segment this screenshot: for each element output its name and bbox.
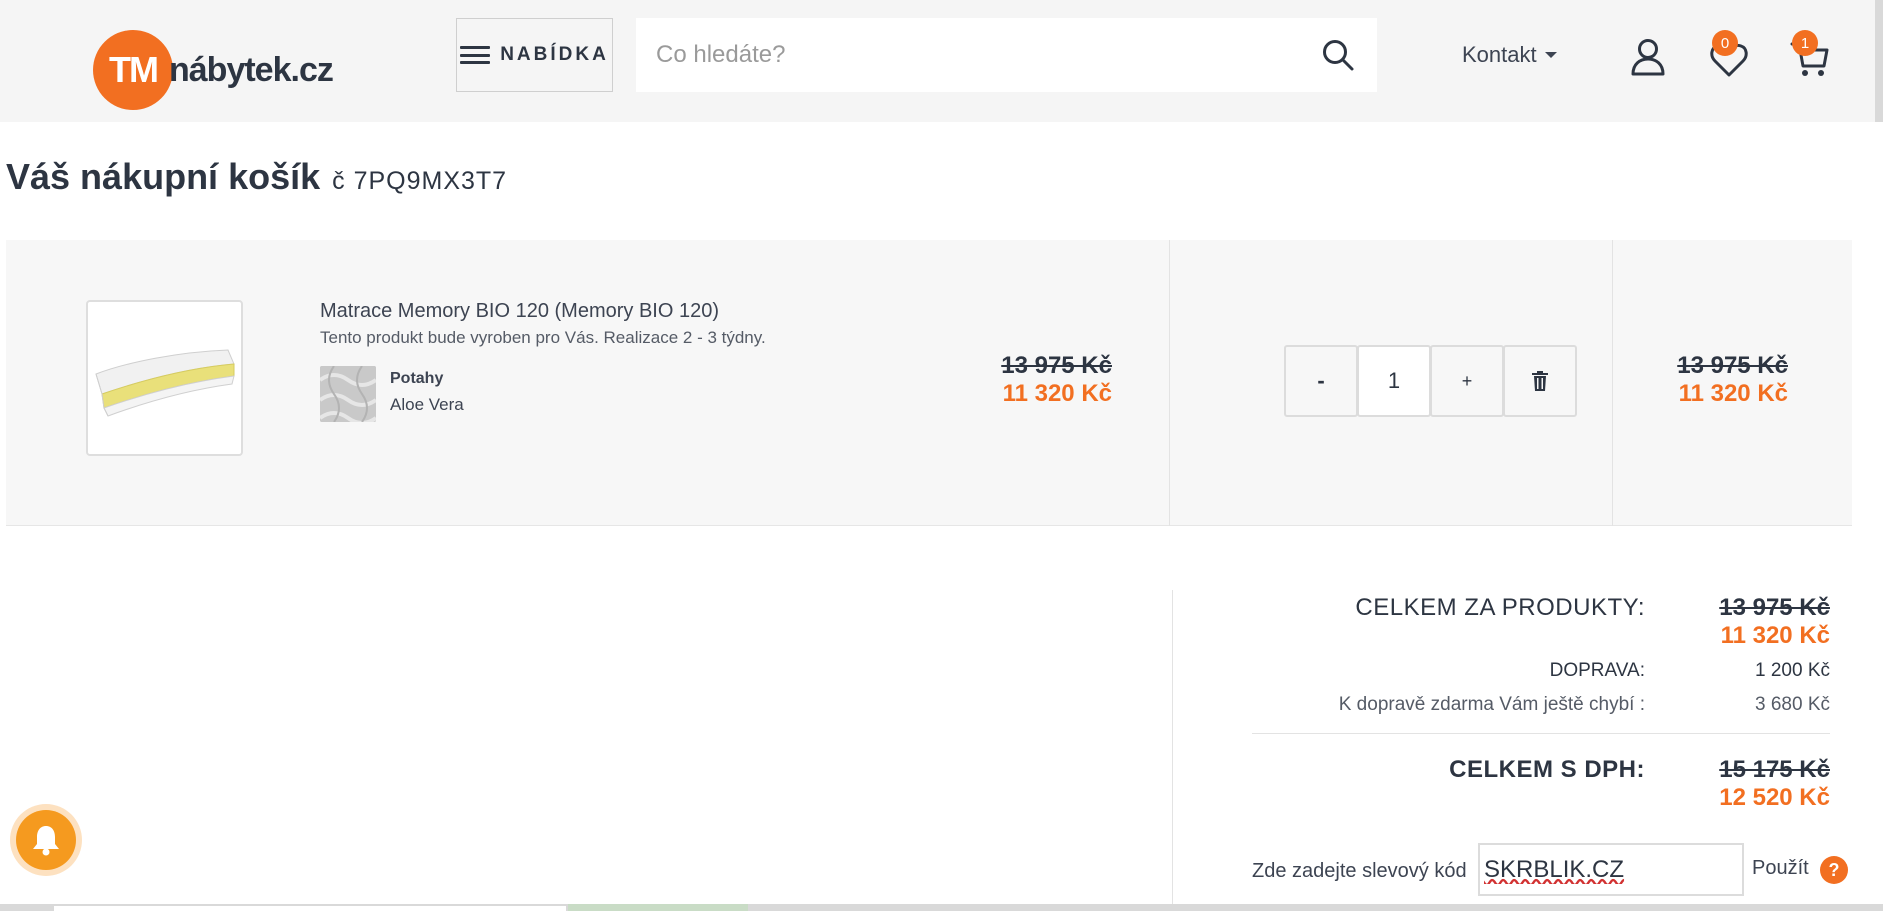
logo-text: nábytek.cz: [169, 50, 334, 89]
wishlist-button[interactable]: 0: [1710, 30, 1750, 78]
cart-button[interactable]: 1: [1790, 30, 1830, 78]
menu-label: NABÍDKA: [500, 44, 609, 65]
order-number: č 7PQ9MX3T7: [332, 167, 508, 195]
grand-total-label: CELKEM S DPH:: [1449, 756, 1645, 783]
quantity-input[interactable]: [1357, 345, 1431, 417]
coupon-label: Zde zadejte slevový kód: [1252, 860, 1467, 882]
shipping-value: 1 200 Kč: [1755, 660, 1830, 681]
page-title: Váš nákupní košík: [6, 156, 321, 197]
line-total: 13 975 Kč 11 320 Kč: [1677, 352, 1788, 408]
apply-coupon-link[interactable]: Použít: [1752, 857, 1809, 880]
menu-button[interactable]: NABÍDKA: [456, 18, 613, 92]
bottom-scroll-strip: [0, 904, 1883, 911]
variant-value: Aloe Vera: [390, 395, 464, 414]
products-total: 13 975 Kč 11 320 Kč: [1719, 594, 1830, 650]
shipping-label: DOPRAVA:: [1549, 660, 1645, 681]
bell-icon-wrap: [16, 810, 76, 870]
mattress-image: [95, 349, 235, 417]
unit-price-new: 11 320 Kč: [1002, 380, 1112, 407]
line-total-old: 13 975 Kč: [1677, 352, 1788, 379]
grand-total-old: 15 175 Kč: [1719, 756, 1830, 783]
products-total-label: CELKEM ZA PRODUKTY:: [1355, 594, 1645, 621]
products-total-new: 11 320 Kč: [1720, 622, 1830, 649]
coupon-input[interactable]: [1478, 843, 1744, 896]
summary-divider-vertical: [1172, 590, 1173, 911]
logo-mark: TM: [93, 30, 173, 110]
fabric-swatch: [320, 366, 376, 422]
summary-divider: [1252, 733, 1830, 734]
user-icon: [1631, 39, 1665, 76]
free-shipping-value: 3 680 Kč: [1755, 694, 1830, 715]
trash-icon: [1532, 371, 1548, 391]
search-box: [636, 18, 1377, 92]
search-input[interactable]: [656, 18, 1296, 92]
scrollbar[interactable]: [1875, 0, 1883, 122]
products-total-old: 13 975 Kč: [1719, 594, 1830, 621]
help-icon[interactable]: ?: [1820, 856, 1848, 884]
column-divider: [1169, 240, 1170, 526]
decrease-quantity-button[interactable]: -: [1284, 345, 1358, 417]
quantity-stepper: - +: [1284, 345, 1577, 417]
chevron-down-icon: [1544, 52, 1557, 58]
unit-price-old: 13 975 Kč: [1001, 352, 1112, 379]
grand-total: 15 175 Kč 12 520 Kč: [1719, 756, 1830, 812]
product-name-link[interactable]: Matrace Memory BIO 120 (Memory BIO 120): [320, 300, 719, 323]
product-image[interactable]: [86, 300, 243, 456]
site-logo[interactable]: TM nábytek.cz: [93, 30, 334, 110]
grand-total-new: 12 520 Kč: [1719, 784, 1830, 811]
cart-item-row: Matrace Memory BIO 120 (Memory BIO 120) …: [6, 240, 1852, 526]
contact-dropdown[interactable]: Kontakt: [1462, 42, 1557, 68]
production-note: Tento produkt bude vyroben pro Vás. Real…: [320, 328, 766, 347]
free-shipping-label: K dopravě zdarma Vám ještě chybí :: [1338, 694, 1645, 715]
remove-item-button[interactable]: [1503, 345, 1577, 417]
line-total-new: 11 320 Kč: [1678, 380, 1788, 407]
column-divider: [1612, 240, 1613, 526]
cart-count-badge: 1: [1792, 30, 1818, 56]
hamburger-icon: [460, 46, 491, 64]
notification-bell-button[interactable]: [10, 804, 82, 876]
unit-price: 13 975 Kč 11 320 Kč: [1001, 352, 1112, 408]
account-button[interactable]: [1630, 38, 1670, 78]
increase-quantity-button[interactable]: +: [1430, 345, 1504, 417]
search-icon[interactable]: [1321, 38, 1355, 72]
variant-label: Potahy: [390, 370, 444, 387]
page-title-block: Váš nákupní košík č 7PQ9MX3T7: [6, 156, 507, 198]
wishlist-count-badge: 0: [1712, 30, 1738, 56]
contact-label: Kontakt: [1462, 42, 1537, 67]
bell-icon: [33, 826, 59, 856]
site-header: TM nábytek.cz NABÍDKA Kontakt 0: [0, 0, 1883, 122]
